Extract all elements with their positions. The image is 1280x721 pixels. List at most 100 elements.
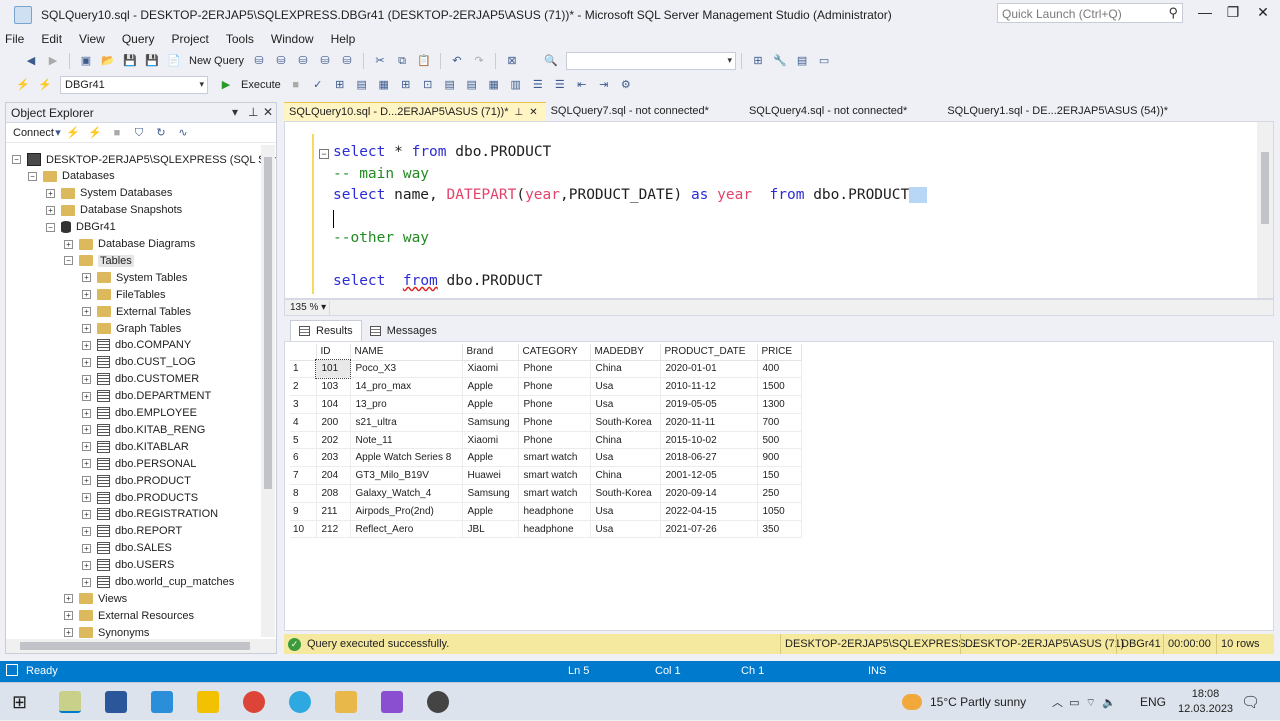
menu-file[interactable]: File [5,32,24,46]
tree-horizontal-scrollbar[interactable] [6,639,276,653]
document-tab[interactable]: SQLQuery10.sql - D...2ERJAP5\ASUS (71))*… [284,102,546,121]
grid-cell[interactable]: 2020-09-14 [660,484,758,503]
grid-cell[interactable]: South-Korea [590,413,661,432]
grid-cell[interactable]: 150 [757,466,802,486]
query-options-icon[interactable]: ▤ [354,77,370,93]
tree-node[interactable]: − Tables [64,252,134,269]
grid-cell[interactable]: South-Korea [590,484,661,503]
grid-cell[interactable]: 900 [757,448,802,468]
execute-icon[interactable]: ▶ [218,77,234,93]
grid-cell[interactable]: Phone [518,395,591,414]
tree-node[interactable]: + dbo.PRODUCT [82,472,191,489]
search-combo[interactable] [566,52,737,70]
dax-query-icon[interactable]: ⛁ [339,53,355,69]
tree-node[interactable]: + dbo.world_cup_matches [82,574,234,591]
wrench-icon[interactable]: 🔧 [772,53,788,69]
weather-widget[interactable]: 15°C Partly sunny [902,683,1026,721]
grid-cell[interactable]: Xiaomi [462,431,519,450]
expand-toggle-icon[interactable]: + [82,459,91,469]
table-row[interactable]: 5 202 Note_11 Xiaomi Phone China 2015-10-02 500 [290,431,802,450]
grid-cell[interactable]: 400 [757,360,802,379]
connect-plug-icon[interactable]: ⚡ [65,125,81,141]
grid-cell[interactable]: 2020-11-11 [660,413,758,432]
grid-cell[interactable]: headphone [518,502,591,521]
grid-cell[interactable]: 14_pro_max [350,377,463,397]
pin-dropdown-icon[interactable]: ▾ [232,105,238,119]
expand-toggle-icon[interactable]: − [28,171,37,181]
grid-cell[interactable]: smart watch [518,484,591,503]
save-all-icon[interactable]: 💾 [144,53,160,69]
expand-toggle-icon[interactable]: + [82,374,91,384]
table-row[interactable]: 3 104 13_pro Apple Phone Usa 2019-05-05 1300 [290,395,802,414]
word-icon[interactable] [105,691,127,713]
menu-project[interactable]: Project [172,32,209,46]
grid-cell[interactable]: Note_11 [350,431,463,450]
tree-node[interactable]: + Graph Tables [82,320,181,337]
editor-vertical-scrollbar[interactable] [1257,122,1273,298]
grid-cell[interactable]: 2010-11-12 [660,377,758,397]
expand-toggle-icon[interactable]: + [82,526,91,536]
menu-edit[interactable]: Edit [41,32,62,46]
tree-node[interactable]: + System Databases [46,185,172,202]
disconnect-icon[interactable]: ⚡ [87,125,103,141]
new-query-button[interactable]: New Query [189,55,244,67]
grid-cell[interactable]: Apple [462,448,519,468]
back-icon[interactable]: ◀ [23,53,39,69]
clock[interactable]: 18:08 12.03.2023 [1178,683,1233,721]
column-header[interactable]: PRICE [757,344,802,361]
row-number[interactable]: 7 [290,466,317,486]
table-row[interactable]: 8 208 Galaxy_Watch_4 Samsung smart watch Sout… [290,484,802,503]
uncomment-icon[interactable]: ☰ [552,77,568,93]
grid-cell[interactable]: smart watch [518,466,591,486]
grid-cell[interactable]: 500 [757,431,802,450]
document-tab[interactable]: SQLQuery7.sql - not connected* [546,102,714,121]
edge-icon[interactable] [289,691,311,713]
specify-values-icon[interactable]: ⚙ [618,77,634,93]
column-header[interactable]: Brand [462,344,519,361]
vscode-icon[interactable] [151,691,173,713]
grid-cell[interactable]: Galaxy_Watch_4 [350,484,463,503]
grid-cell[interactable]: 208 [316,484,351,503]
table-row[interactable]: 6 203 Apple Watch Series 8 Apple smart watch… [290,448,802,468]
tree-node[interactable]: + dbo.CUST_LOG [82,354,196,371]
file-explorer-icon[interactable] [335,691,357,713]
power-bi-icon[interactable] [197,691,219,713]
column-header[interactable]: MADEDBY [590,344,661,361]
column-header[interactable]: NAME [350,344,463,361]
tree-node[interactable]: + dbo.CUSTOMER [82,371,199,388]
grid-cell[interactable]: s21_ultra [350,413,463,432]
tree-node[interactable]: + dbo.USERS [82,557,174,574]
live-stats-icon[interactable]: ⊡ [420,77,436,93]
grid-cell[interactable]: China [590,360,661,379]
menu-tools[interactable]: Tools [226,32,254,46]
tree-node[interactable]: + dbo.KITABLAR [82,438,189,455]
tree-node[interactable]: + dbo.PERSONAL [82,455,196,472]
tree-node[interactable]: + System Tables [82,269,187,286]
close-button[interactable]: ✕ [1248,4,1278,24]
open-file-icon[interactable]: 📂 [100,53,116,69]
new-query-icon[interactable]: 📄 [166,53,182,69]
close-tab-icon[interactable]: ✕ [529,107,537,118]
recorder-icon[interactable] [427,691,449,713]
window-layout-icon[interactable]: ▭ [816,53,832,69]
tree-node[interactable]: − Databases [28,168,115,185]
grid-cell[interactable]: 2018-06-27 [660,448,758,468]
grid-cell[interactable]: 212 [316,520,351,539]
expand-toggle-icon[interactable]: + [82,509,91,519]
pin-tab-icon[interactable]: ⊥ [514,107,523,118]
zoom-level-select[interactable]: 135 % ▾ [287,300,331,315]
table-row[interactable]: 1 101 Poco_X3 Xiaomi Phone China 2020-01-01 400 [290,359,802,379]
tree-node[interactable]: + External Resources [64,607,194,624]
maximize-button[interactable]: ❐ [1218,4,1248,24]
grid-cell[interactable]: 2021-07-26 [660,520,758,539]
client-stats-icon[interactable]: ▤ [442,77,458,93]
expand-toggle-icon[interactable]: + [64,594,73,604]
expand-toggle-icon[interactable]: − [12,155,21,164]
grid-cell[interactable]: 103 [316,377,351,397]
grid-cell[interactable]: GT3_Milo_B19V [350,466,463,486]
connect-icon[interactable]: ⚡ [15,77,31,93]
grid-cell[interactable]: Apple [462,377,519,397]
chrome-icon[interactable] [243,691,265,713]
grid-cell[interactable]: Reflect_Aero [350,520,463,539]
tree-node[interactable]: + dbo.REPORT [82,523,182,540]
